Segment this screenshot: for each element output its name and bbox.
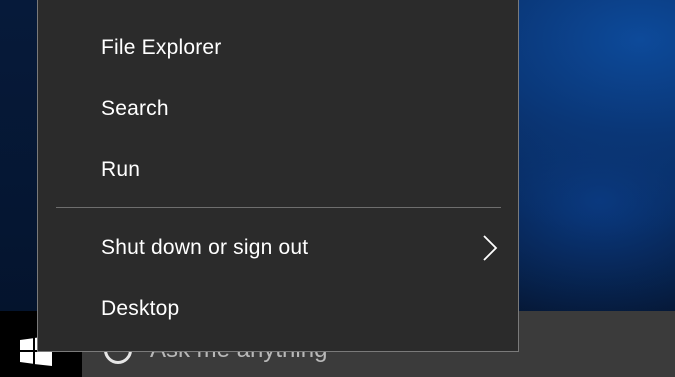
menu-item-shut-down-or-sign-out[interactable]: Shut down or sign out [38,220,518,276]
menu-item-label: Run [101,158,141,181]
menu-divider [56,207,501,208]
menu-item-run[interactable]: Run [38,142,518,198]
menu-item-label: File Explorer [101,36,222,59]
menu-item-search[interactable]: Search [38,81,518,137]
menu-item-label: Shut down or sign out [101,236,309,259]
menu-item-desktop[interactable]: Desktop [38,281,518,337]
menu-item-label: Search [101,97,169,120]
menu-item-file-explorer[interactable]: File Explorer [38,20,518,76]
power-user-context-menu: File Explorer Search Run Shut down or si… [37,0,519,352]
chevron-right-icon [483,235,498,261]
menu-item-label: Desktop [101,297,180,320]
